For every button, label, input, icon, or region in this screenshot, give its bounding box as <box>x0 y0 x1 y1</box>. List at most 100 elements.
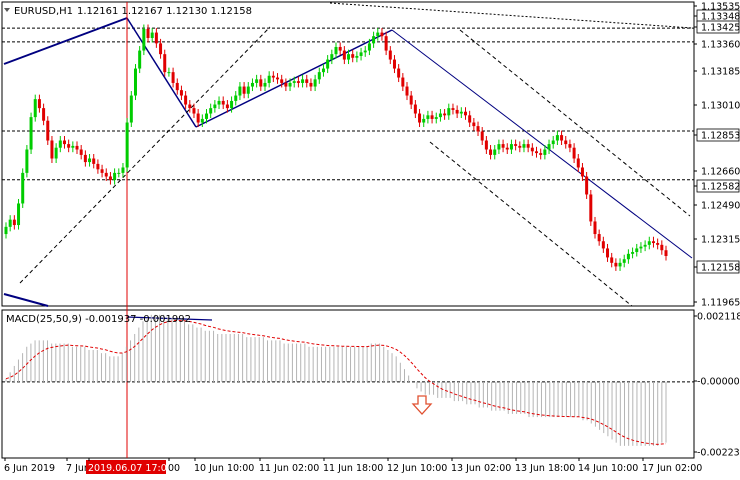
candle-body <box>601 241 605 249</box>
candle-body <box>493 149 497 155</box>
candle-body <box>288 82 292 87</box>
candle-body <box>305 79 309 83</box>
price-axis-label: 1.11965 <box>701 298 740 309</box>
candle-body <box>497 144 501 150</box>
candle-body <box>589 194 593 222</box>
candle-body <box>660 244 664 251</box>
candle-body <box>422 118 426 123</box>
candle-body <box>284 82 288 87</box>
candle-body <box>564 140 568 145</box>
candle-body <box>142 28 146 51</box>
chart-window[interactable]: EURUSD,H1 1.12161 1.12167 1.12130 1.12158… <box>0 0 740 480</box>
candle-body <box>384 36 388 51</box>
candle-body <box>392 59 396 69</box>
candle-body <box>514 144 518 146</box>
candle-body <box>321 68 325 73</box>
candle-body <box>276 77 280 80</box>
candle-body <box>50 140 54 159</box>
candle-body <box>138 50 142 69</box>
candle-body <box>100 169 104 173</box>
candle-body <box>242 86 246 94</box>
candle-body <box>505 147 509 150</box>
candle-body <box>54 147 58 159</box>
candle-body <box>196 113 200 123</box>
price-axis-label: 1.13425 <box>701 23 740 34</box>
candle-body <box>635 248 639 253</box>
candle-body <box>25 149 29 173</box>
candle-body <box>17 203 21 226</box>
candle-body <box>363 50 367 53</box>
candle-body <box>205 113 209 119</box>
candle-body <box>88 158 92 163</box>
candle-body <box>188 104 192 109</box>
candle-body <box>46 120 50 141</box>
candle-body <box>476 126 480 132</box>
candle-body <box>376 32 380 37</box>
candle-body <box>271 75 275 78</box>
candle-body <box>334 46 338 55</box>
candle-body <box>551 140 555 145</box>
price-axis-label: 1.13185 <box>701 67 740 78</box>
time-axis-label: 13 Jun 18:00 <box>515 463 575 474</box>
candle-body <box>221 100 225 105</box>
macd-axis-label: 0.002118 <box>697 312 740 323</box>
candle-body <box>255 79 259 83</box>
candle-body <box>67 144 71 148</box>
price-axis-label: 1.12490 <box>701 201 740 212</box>
candle-body <box>179 90 183 96</box>
candle-body <box>430 115 434 119</box>
candle-body <box>133 68 137 96</box>
price-chart-svg[interactable]: EURUSD,H1 1.12161 1.12167 1.12130 1.12158… <box>0 0 740 480</box>
candle-body <box>238 86 242 96</box>
candle-body <box>397 68 401 78</box>
candle-body <box>71 145 75 148</box>
time-axis-label: 14 Jun 10:00 <box>578 463 638 474</box>
price-panel-frame <box>1 1 695 307</box>
candle-body <box>317 72 321 80</box>
candle-body <box>626 253 630 260</box>
candle-body <box>359 52 363 56</box>
candle-body <box>326 59 330 69</box>
candle-body <box>593 221 597 235</box>
candle-body <box>388 50 392 60</box>
time-axis-label: 6 Jun 2019 <box>4 463 55 474</box>
price-axis-label: 1.13360 <box>701 40 740 51</box>
candle-body <box>200 118 204 123</box>
candle-body <box>489 149 493 155</box>
candle-body <box>113 172 117 181</box>
candle-body <box>434 117 438 119</box>
candle-body <box>154 32 158 44</box>
candle-body <box>451 108 455 110</box>
candle-body <box>539 153 543 155</box>
price-axis-label: 1.12660 <box>701 167 740 178</box>
candle-body <box>597 234 601 242</box>
candle-body <box>280 79 284 83</box>
candle-body <box>664 250 668 256</box>
candle-body <box>184 95 188 105</box>
candle-body <box>259 79 263 87</box>
price-axis-label: 1.12315 <box>701 235 740 246</box>
candle-body <box>643 244 647 247</box>
candle-body <box>463 111 467 116</box>
candle-body <box>618 262 622 267</box>
time-axis-label: 12 Jun 10:00 <box>387 463 447 474</box>
candle-body <box>647 241 651 245</box>
candle-body <box>459 111 463 114</box>
candle-body <box>484 140 488 150</box>
candle-body <box>568 144 572 148</box>
candle-body <box>263 82 267 87</box>
candle-body <box>509 144 513 150</box>
candle-body <box>367 43 371 51</box>
candle-body <box>167 72 171 74</box>
candle-body <box>418 113 422 123</box>
candle-body <box>171 72 175 83</box>
candle-body <box>614 262 618 267</box>
candle-body <box>121 167 125 173</box>
candle-body <box>338 46 342 51</box>
time-axis-label: 17 Jun 02:00 <box>642 463 702 474</box>
candle-body <box>622 259 626 263</box>
candle-body <box>175 82 179 91</box>
price-axis-label: 1.12853 <box>701 131 740 142</box>
macd-label: MACD(25,50,9) -0.001937 -0.001992 <box>6 314 191 325</box>
candle-body <box>217 100 221 105</box>
